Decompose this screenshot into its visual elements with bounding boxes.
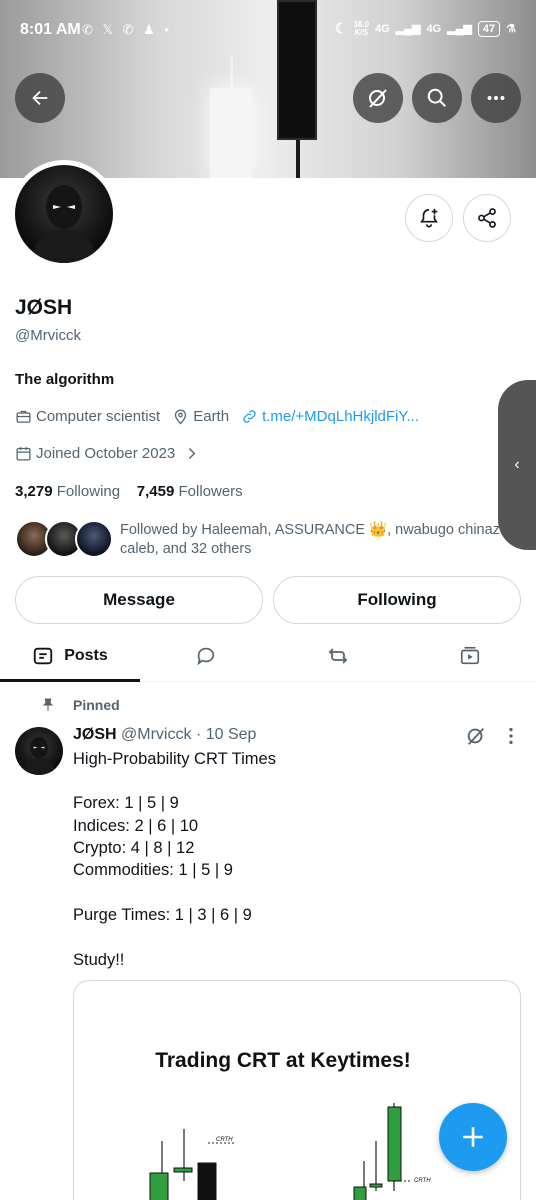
pin-icon — [42, 698, 54, 711]
profession-text: Computer scientist — [36, 408, 161, 425]
profile-bio: The algorithm — [15, 371, 115, 388]
notification-icons: ✆ 𝕏 ✆ ♟ • — [82, 22, 172, 37]
post-text-line: Indices: 2 | 6 | 10 — [73, 817, 199, 835]
post-author-handle: @Mrvicck — [121, 726, 192, 743]
crth-label-2: CRTH — [414, 1178, 431, 1184]
signal-icon-2: ▂▄▆ — [447, 23, 472, 35]
more-button[interactable] — [471, 73, 521, 123]
net-speed-unit: K/S — [354, 27, 368, 37]
grok-button[interactable] — [353, 73, 403, 123]
arrow-left-icon — [32, 90, 48, 106]
post-text-line: Purge Times: 1 | 3 | 6 | 9 — [73, 906, 252, 924]
post-media-card[interactable]: Trading CRT at Keytimes! CRTH CRTH — [73, 980, 521, 1200]
calendar-icon — [16, 447, 31, 461]
status-time: 8:01 AM — [20, 21, 81, 38]
post-author-name: JØSH — [73, 726, 117, 743]
status-bar: 8:01 AM ✆ 𝕏 ✆ ♟ • ☾ 38.0 K/S 4G ▂▄▆ 4G ▂… — [0, 0, 536, 60]
post-grok-button[interactable] — [465, 725, 487, 752]
post-text-line: Forex: 1 | 5 | 9 — [73, 794, 179, 812]
net-speed: 38.0 K/S — [353, 20, 369, 37]
follow-counts: 3,279 Following 7,459 Followers — [15, 483, 243, 500]
link-icon — [243, 410, 256, 423]
active-tab-indicator — [0, 679, 140, 682]
profile-avatar[interactable] — [10, 160, 118, 268]
briefcase-icon — [16, 410, 31, 423]
compose-post-button[interactable] — [439, 1103, 507, 1171]
following-label[interactable]: Following — [57, 483, 120, 500]
avatar-image — [15, 165, 113, 263]
profile-meta-row: Computer scientist Earth t.me/+MDqLhHkjl… — [15, 408, 419, 425]
post-text-line: Crypto: 4 | 8 | 12 — [73, 839, 195, 857]
post-text-line: Study!! — [73, 951, 125, 969]
network-type-1: 4G — [375, 22, 390, 35]
crth-label: CRTH — [216, 1137, 233, 1143]
dnd-moon-icon: ☾ — [334, 20, 348, 36]
masked-figure-icon — [30, 185, 98, 263]
profile-name: JØSH — [15, 296, 73, 319]
profile-tabs: Posts — [0, 630, 536, 682]
media-title: Trading CRT at Keytimes! — [155, 1049, 411, 1072]
tab-replies[interactable] — [140, 630, 272, 682]
chevron-left-icon: ‹ — [514, 456, 520, 473]
grok-slash-icon — [467, 728, 485, 745]
followers-count[interactable]: 7,459 — [137, 483, 175, 500]
network-type-2: 4G — [426, 22, 442, 35]
more-horizontal-icon — [487, 95, 505, 101]
followed-by-text: Followed by Haleemah, ASSURANCE 👑, nwabu… — [120, 522, 508, 557]
post-text-line: High-Probability CRT Times — [73, 750, 276, 768]
followers-label[interactable]: Followers — [178, 483, 242, 500]
pinned-indicator: Pinned — [40, 697, 120, 713]
profile-handle: @Mrvicck — [15, 327, 82, 344]
tab-posts[interactable]: Posts — [0, 630, 140, 682]
tab-reposts[interactable] — [272, 630, 404, 682]
location-text: Earth — [193, 408, 230, 425]
post-date: · 10 Sep — [195, 726, 257, 743]
media-play-icon — [460, 646, 480, 665]
notifications-button[interactable] — [405, 194, 453, 242]
more-vertical-icon — [509, 727, 513, 745]
chevron-right-icon — [189, 448, 196, 459]
followed-by-preview[interactable]: Followed by Haleemah, ASSURANCE 👑, nwabu… — [15, 518, 520, 562]
reply-bubble-icon — [197, 647, 215, 666]
search-button[interactable] — [412, 73, 462, 123]
tab-posts-label: Posts — [64, 647, 108, 664]
post-more-button[interactable] — [502, 725, 520, 752]
following-button[interactable]: Following — [273, 576, 521, 624]
profile-link[interactable]: t.me/+MDqLhHkjldFiY... — [262, 408, 419, 425]
status-right-icons: ☾ 38.0 K/S 4G ▂▄▆ 4G ▂▄▆ 47 ⚗ — [335, 20, 516, 37]
following-count[interactable]: 3,279 — [15, 483, 53, 500]
post-author-avatar[interactable] — [15, 727, 63, 775]
banner-candle-light — [210, 88, 252, 178]
follower-avatar — [75, 520, 113, 558]
joined-text: Joined October 2023 — [36, 445, 176, 462]
location-pin-icon — [175, 409, 187, 425]
plus-icon — [463, 1127, 483, 1147]
bell-plus-icon — [420, 208, 438, 228]
post-header[interactable]: JØSH @Mrvicck · 10 Sep — [73, 726, 256, 744]
share-icon — [478, 208, 496, 228]
signal-icon: ▂▄▆ — [395, 23, 421, 35]
grok-slash-icon — [369, 89, 387, 108]
masked-figure-icon — [22, 736, 56, 775]
message-button[interactable]: Message — [15, 576, 263, 624]
joined-row[interactable]: Joined October 2023 — [15, 445, 200, 462]
share-button[interactable] — [463, 194, 511, 242]
post-text-line: Commodities: 1 | 5 | 9 — [73, 861, 233, 879]
edge-panel-handle[interactable]: ‹ — [498, 380, 536, 550]
search-icon — [427, 88, 446, 107]
repost-icon — [328, 648, 348, 664]
flask-icon: ⚗ — [506, 23, 516, 35]
posts-icon — [34, 647, 53, 665]
battery-level: 47 — [477, 20, 501, 37]
tab-media[interactable] — [404, 630, 536, 682]
back-button[interactable] — [15, 73, 65, 123]
pinned-label: Pinned — [73, 697, 120, 713]
